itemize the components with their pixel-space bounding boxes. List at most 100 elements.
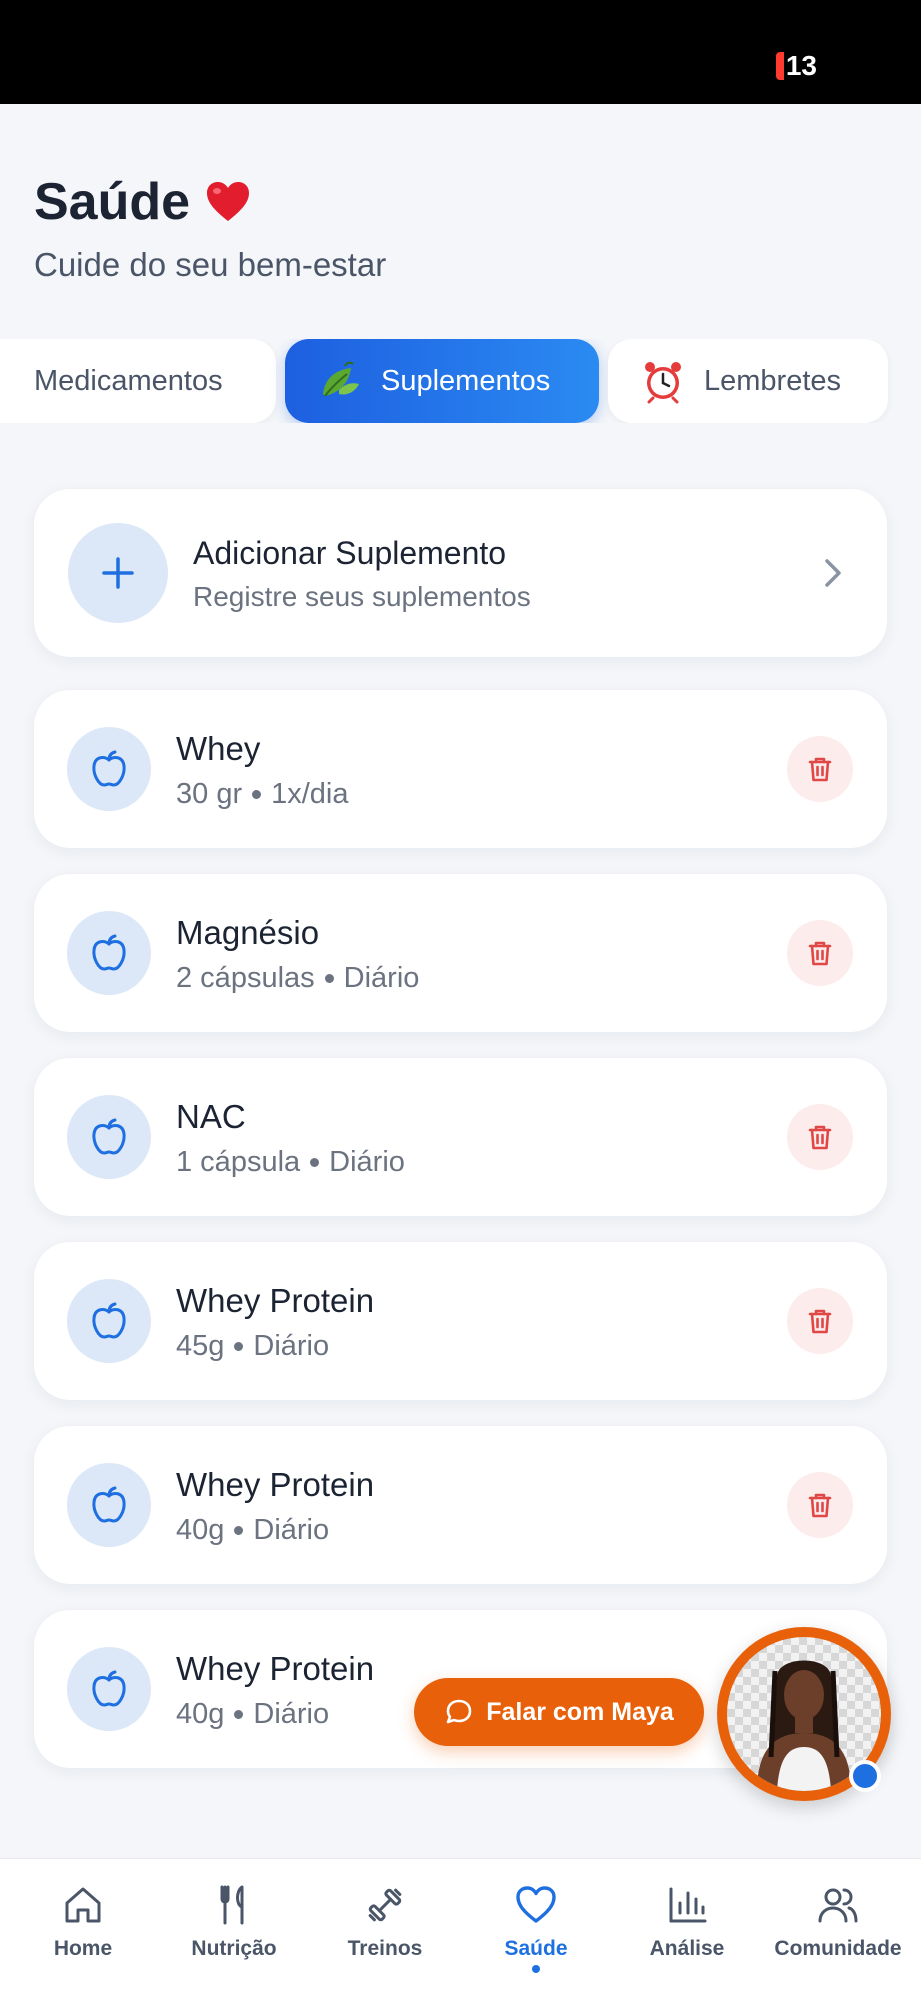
supplement-icon-circle — [67, 1279, 151, 1363]
delete-supplement-button[interactable] — [787, 1288, 853, 1354]
supplement-card[interactable]: Whey 30 gr 1x/dia — [34, 690, 887, 848]
nav-label: Treinos — [347, 1937, 423, 1960]
supplement-card[interactable]: Whey Protein 45g Diário — [34, 1242, 887, 1400]
add-supplement-subtitle: Registre seus suplementos — [193, 581, 531, 612]
tab-label: Suplementos — [381, 364, 551, 397]
apple-icon — [92, 1118, 126, 1155]
tab-bar: Medicamentos Suplementos Lembretes — [0, 339, 921, 423]
supplement-details: 2 cápsulas Diário — [176, 962, 419, 995]
alarm-clock-icon — [645, 362, 681, 404]
nav-label: Nutrição — [191, 1937, 277, 1960]
supplement-details: 40g Diário — [176, 1698, 329, 1731]
nav-nutricao[interactable]: Nutrição — [159, 1883, 309, 1961]
delete-supplement-button[interactable] — [787, 1104, 853, 1170]
supplement-frequency: 1x/dia — [271, 778, 349, 810]
bottom-nav: Home Nutrição Treinos Saúde Análise Comu… — [0, 1858, 921, 2000]
nav-analise[interactable]: Análise — [612, 1883, 762, 1961]
supplement-dose: 45g — [176, 1330, 225, 1362]
supplement-dose: 30 gr — [176, 778, 243, 810]
supplement-name: Whey Protein — [176, 1466, 375, 1503]
supplement-dose: 40g — [176, 1698, 225, 1730]
nav-treinos[interactable]: Treinos — [310, 1883, 460, 1961]
heart-emoji-icon — [207, 182, 250, 221]
separator-dot — [234, 1526, 244, 1535]
add-supplement-circle — [68, 523, 168, 623]
nav-label: Comunidade — [774, 1937, 902, 1960]
supplement-icon-circle — [67, 1463, 151, 1547]
battery-indicator: 13 — [775, 50, 817, 81]
supplement-details: 40g Diário — [176, 1514, 329, 1547]
tab-suplementos[interactable]: Suplementos — [285, 339, 599, 423]
status-bar: 13 — [0, 0, 921, 104]
nav-label: Análise — [649, 1937, 725, 1960]
supplement-details: 45g Diário — [176, 1330, 329, 1363]
supplement-name: NAC — [176, 1098, 246, 1135]
supplement-details: 30 gr 1x/dia — [176, 778, 349, 811]
chat-bubble-icon — [446, 1699, 472, 1724]
maya-button-label: Falar com Maya — [486, 1697, 674, 1726]
supplement-frequency: Diário — [253, 1698, 330, 1730]
battery-icon — [775, 52, 784, 80]
page-subtitle: Cuide do seu bem-estar — [34, 246, 387, 283]
trash-icon — [808, 1125, 832, 1150]
supplement-frequency: Diário — [253, 1514, 330, 1546]
supplement-name: Whey Protein — [176, 1650, 375, 1687]
supplement-name: Whey — [176, 730, 261, 767]
apple-icon — [92, 750, 126, 787]
apple-icon — [92, 1302, 126, 1339]
chevron-right-icon — [825, 559, 841, 587]
separator-dot — [310, 1158, 320, 1167]
add-supplement-title: Adicionar Suplemento — [193, 535, 507, 571]
supplement-icon-circle — [67, 1647, 151, 1731]
heart-icon — [516, 1886, 556, 1923]
tab-label: Lembretes — [704, 364, 842, 397]
apple-icon — [92, 934, 126, 971]
supplement-icon-circle — [67, 1095, 151, 1179]
trash-icon — [808, 1309, 832, 1334]
supplement-frequency: Diário — [329, 1146, 405, 1178]
separator-dot — [234, 1710, 244, 1719]
bar-chart-icon — [669, 1887, 707, 1923]
users-icon — [818, 1888, 858, 1923]
apple-icon — [92, 1670, 126, 1707]
supplement-dose: 40g — [176, 1514, 225, 1546]
tab-medicamentos[interactable]: Medicamentos — [0, 339, 276, 423]
nav-label: Home — [53, 1937, 113, 1960]
apple-icon — [92, 1486, 126, 1523]
trash-icon — [808, 941, 832, 966]
battery-level: 13 — [785, 50, 817, 81]
nav-label: Saúde — [504, 1937, 568, 1960]
nav-saude[interactable]: Saúde — [461, 1883, 611, 1961]
tab-lembretes[interactable]: Lembretes — [608, 339, 888, 423]
delete-supplement-button[interactable] — [787, 920, 853, 986]
separator-dot — [324, 974, 334, 983]
supplement-name: Whey Protein — [176, 1282, 375, 1319]
supplement-dose: 1 cápsula — [176, 1146, 301, 1178]
trash-icon — [808, 1493, 832, 1518]
fork-knife-icon — [220, 1885, 244, 1925]
supplement-icon-circle — [67, 727, 151, 811]
supplement-details: 1 cápsula Diário — [176, 1146, 405, 1179]
supplement-card[interactable]: Magnésio 2 cápsulas Diário — [34, 874, 887, 1032]
page-title-text: Saúde — [34, 173, 191, 231]
separator-dot — [234, 1342, 244, 1351]
supplement-card[interactable]: Whey Protein 40g Diário — [34, 1426, 887, 1584]
separator-dot — [252, 790, 262, 799]
nav-comunidade[interactable]: Comunidade — [763, 1883, 913, 1961]
delete-supplement-button[interactable] — [787, 1472, 853, 1538]
nav-active-indicator — [532, 1965, 540, 1973]
talk-to-maya-button[interactable]: Falar com Maya — [414, 1678, 704, 1746]
leaf-icon — [323, 361, 359, 397]
supplement-name: Magnésio — [176, 914, 320, 951]
supplement-card[interactable]: NAC 1 cápsula Diário — [34, 1058, 887, 1216]
supplement-frequency: Diário — [343, 962, 420, 994]
supplement-frequency: Diário — [253, 1330, 330, 1362]
online-status-dot — [849, 1760, 881, 1792]
add-supplement-card[interactable]: Adicionar Suplemento Registre seus suple… — [34, 489, 887, 657]
page-title: Saúde — [34, 172, 252, 232]
plus-icon — [102, 557, 134, 589]
delete-supplement-button[interactable] — [787, 736, 853, 802]
supplement-icon-circle — [67, 911, 151, 995]
nav-home[interactable]: Home — [8, 1883, 158, 1961]
tab-label: Medicamentos — [34, 364, 223, 397]
